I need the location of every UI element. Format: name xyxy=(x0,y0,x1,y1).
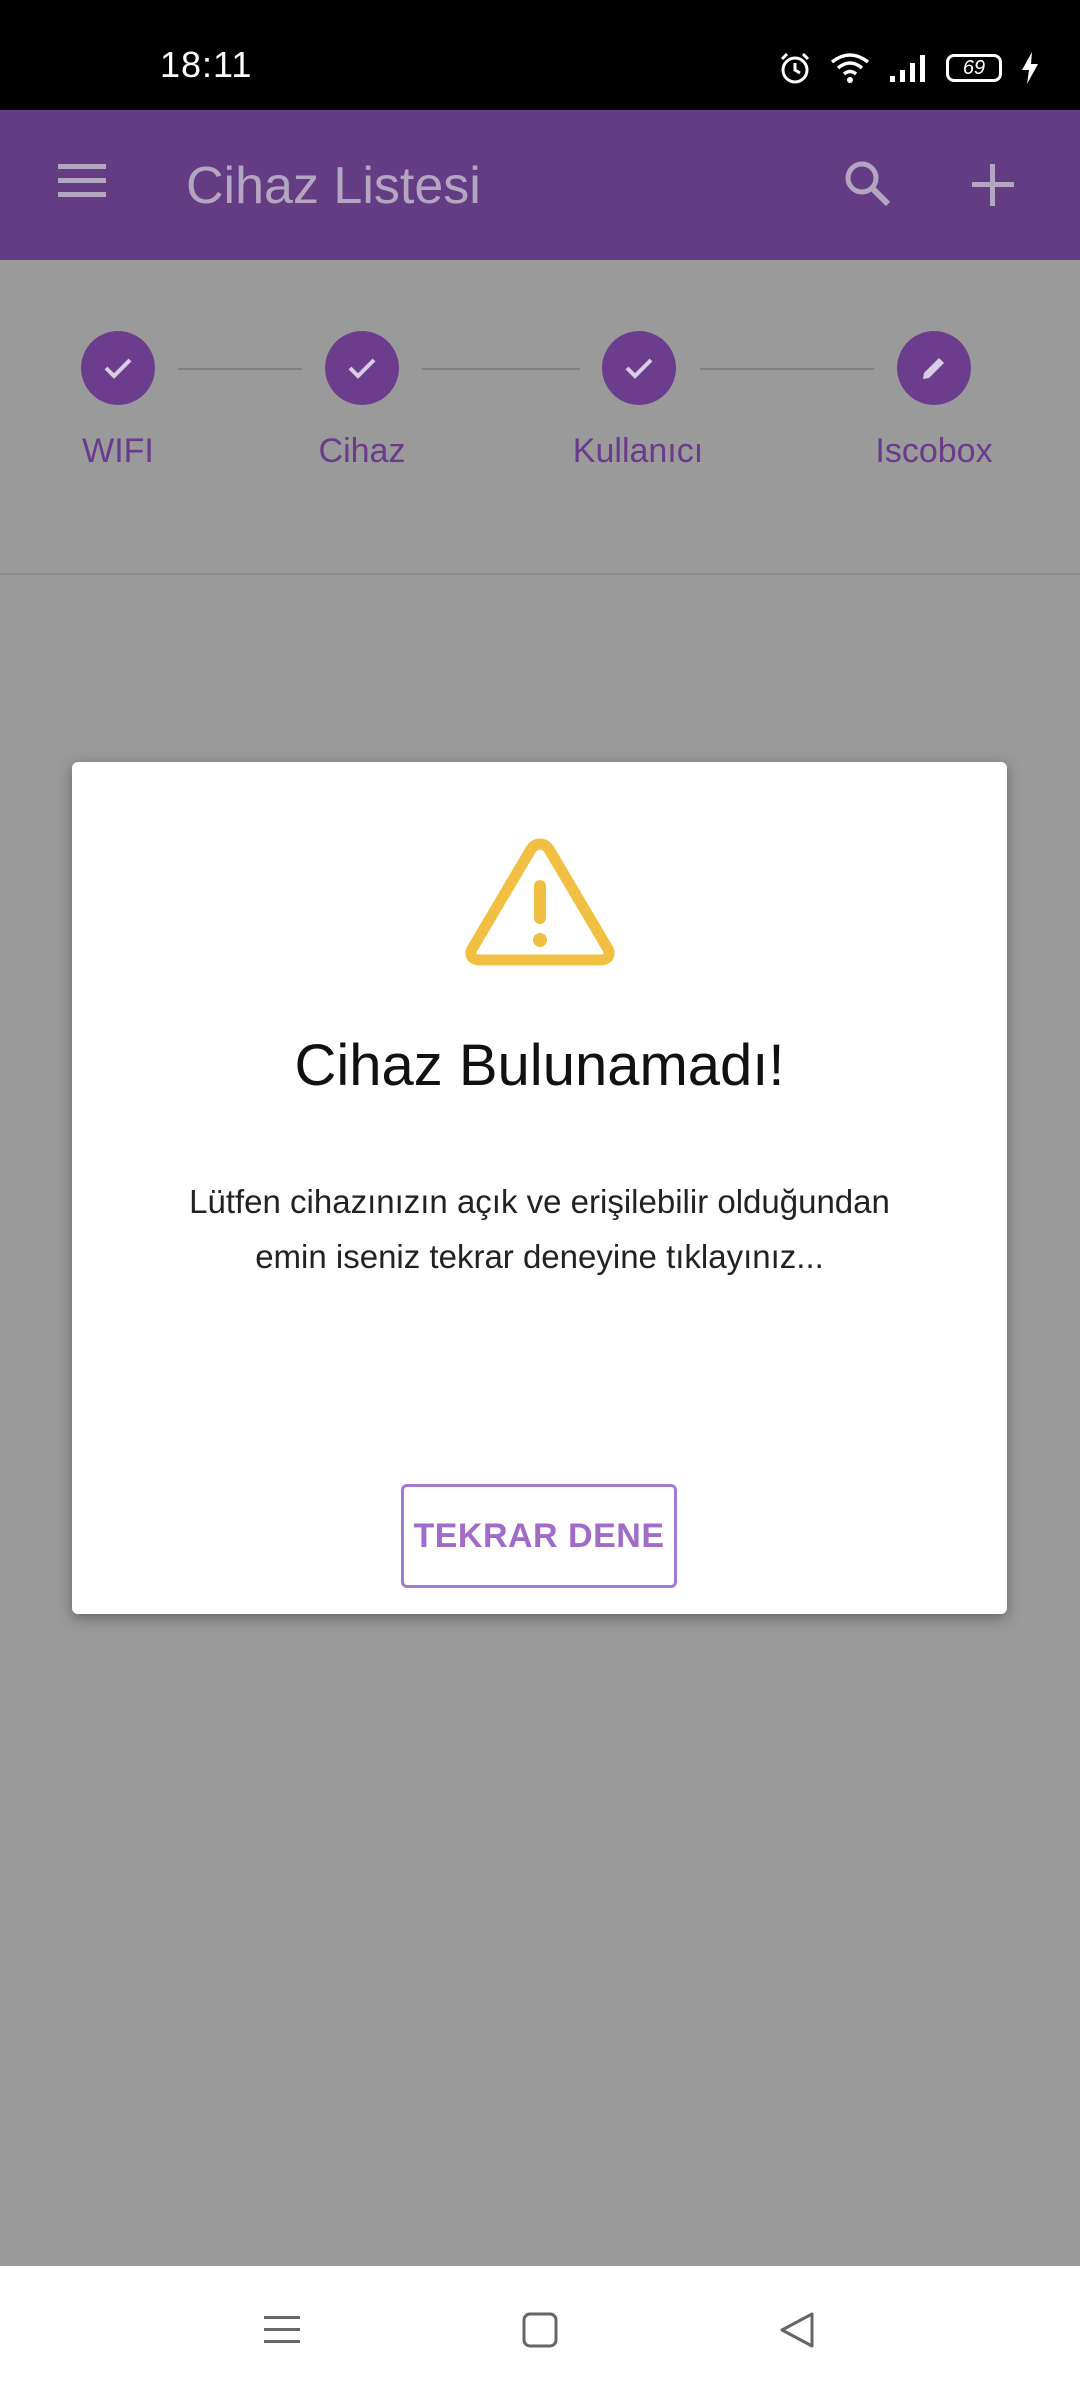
step-connector xyxy=(178,368,302,370)
step-label-iscobox: Iscobox xyxy=(875,432,993,470)
step-label-kullanici: Kullanıcı xyxy=(572,432,704,470)
warning-icon xyxy=(462,834,618,975)
page-title: Cihaz Listesi xyxy=(186,157,481,215)
status-time: 18:11 xyxy=(160,44,253,85)
charging-icon xyxy=(1020,51,1040,85)
app-bar: Cihaz Listesi xyxy=(0,110,1080,260)
signal-icon xyxy=(888,52,928,84)
home-icon[interactable] xyxy=(522,2312,558,2353)
battery-icon: 69 xyxy=(946,54,1002,82)
alarm-icon xyxy=(778,51,812,85)
divider xyxy=(0,573,1080,575)
battery-level: 69 xyxy=(962,56,986,79)
step-connector xyxy=(700,368,874,370)
step-label-cihaz: Cihaz xyxy=(318,432,406,470)
step-kullanici-check-icon[interactable] xyxy=(602,331,676,405)
retry-button[interactable]: TEKRAR DENE xyxy=(401,1484,677,1588)
error-dialog: Cihaz Bulunamadı! Lütfen cihazınızın açı… xyxy=(72,762,1007,1614)
recent-apps-icon[interactable] xyxy=(262,2310,302,2355)
step-label-wifi: WIFI xyxy=(82,432,154,470)
step-iscobox-edit-icon[interactable] xyxy=(897,331,971,405)
status-bar: 18:11 69 xyxy=(0,0,1080,110)
wifi-icon xyxy=(830,52,870,84)
step-connector xyxy=(422,368,580,370)
search-icon[interactable] xyxy=(842,158,894,215)
step-wifi-check-icon[interactable] xyxy=(81,331,155,405)
add-icon[interactable] xyxy=(970,162,1016,213)
menu-icon[interactable] xyxy=(58,160,108,205)
dialog-message: Lütfen cihazınızın açık ve erişilebilir … xyxy=(189,1183,890,1275)
status-icons: 69 xyxy=(778,44,1040,92)
dialog-title: Cihaz Bulunamadı! xyxy=(294,1033,785,1098)
system-nav-bar xyxy=(0,2266,1080,2400)
step-cihaz-check-icon[interactable] xyxy=(325,331,399,405)
back-icon[interactable] xyxy=(778,2310,818,2355)
